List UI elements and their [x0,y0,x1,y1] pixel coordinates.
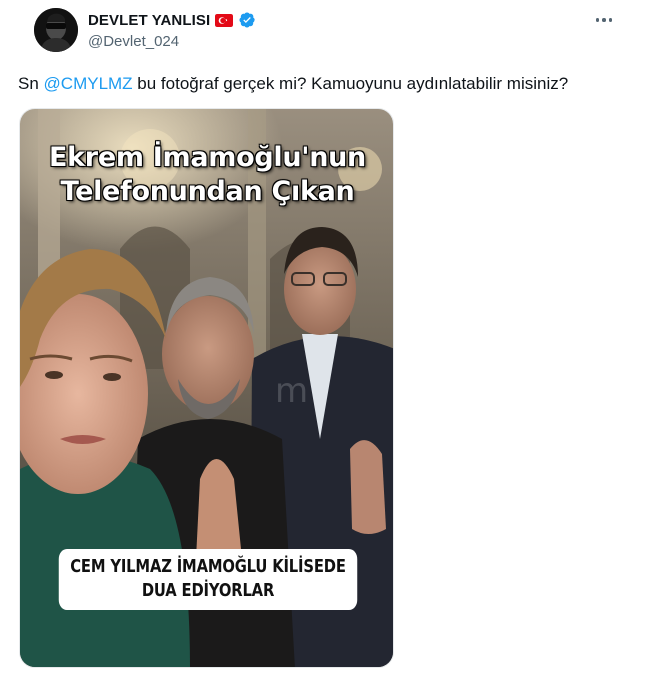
watermark: m [275,371,309,411]
headline-line-1: Ekrem İmamoğlu'nun [49,142,366,173]
more-horizontal-icon-dot [602,18,606,22]
more-horizontal-icon [595,18,600,22]
headline-line-2: Telefonundan Çıkan [60,176,355,207]
display-name[interactable]: DEVLET YANLISI [88,12,210,29]
verified-badge-icon[interactable] [238,11,256,29]
handle[interactable]: @Devlet_024 [88,33,256,50]
caption-container: CEM YILMAZ İMAMOĞLU KİLİSEDE DUA EDİYORL… [20,549,393,610]
avatar[interactable] [34,8,78,52]
more-options-button[interactable] [592,10,616,30]
tweet-text-prefix: Sn [18,74,44,93]
tweet-header: DEVLET YANLISI @Devlet_024 [16,0,634,62]
avatar-image [34,8,78,52]
caption-line-1: CEM YILMAZ İMAMOĞLU KİLİSEDE [69,556,346,577]
mention-link[interactable]: @CMYLMZ [44,74,133,93]
turkey-flag-icon [215,13,234,27]
tweet-text-suffix: bu fotoğraf gerçek mi? Kamuoyunu aydınla… [132,74,569,93]
more-horizontal-icon-dot [608,18,613,22]
author-info: DEVLET YANLISI @Devlet_024 [88,10,256,50]
tweet: DEVLET YANLISI @Devlet_024 Sn @CMYLMZ bu… [0,0,650,678]
photo-headline: Ekrem İmamoğlu'nun Telefonundan Çıkan [20,141,393,209]
name-row: DEVLET YANLISI [88,10,256,30]
caption-line-2: DUA EDİYORLAR [141,580,274,601]
tweet-text: Sn @CMYLMZ bu fotoğraf gerçek mi? Kamuoy… [18,73,568,95]
tweet-photo[interactable]: m Ekrem İmamoğlu'nun Telefonundan Çıkan … [19,108,394,668]
photo-caption: CEM YILMAZ İMAMOĞLU KİLİSEDE DUA EDİYORL… [58,549,357,610]
